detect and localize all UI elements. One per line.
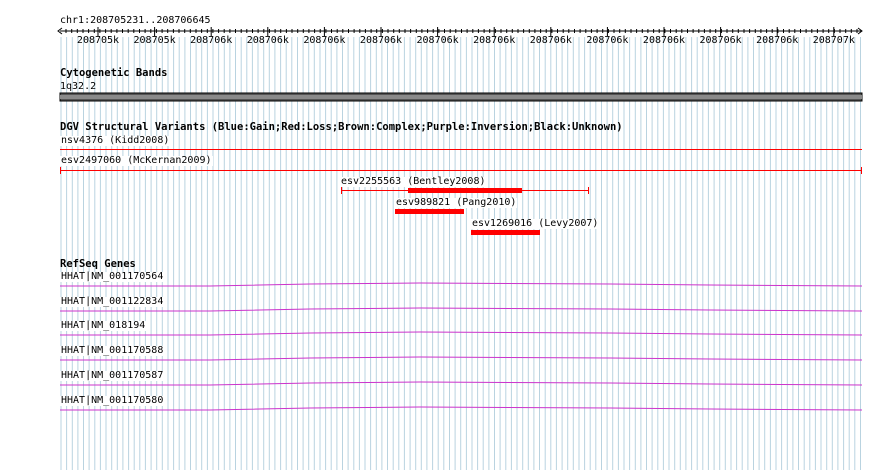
ruler-tick-label: 208705k [133,35,176,46]
location-label: chr1:208705231..208706645 [60,15,211,26]
variant-esv989821-block[interactable] [395,209,464,214]
ruler-tick-label: 208706k [190,35,233,46]
cytoband-track-title: Cytogenetic Bands [60,67,168,79]
ruler-tick-label: 208706k [416,35,459,46]
variant-esv1269016-block[interactable] [471,230,540,235]
cytoband-bar-inner [60,95,862,99]
ruler-tick-label: 208706k [586,35,629,46]
ruler-tick-label: 208706k [529,35,572,46]
gene-label-nm-001170588[interactable]: HHAT|NM_001170588 [60,346,165,356]
ruler-tick-label: 208706k [756,35,799,46]
variant-label-nsv4376[interactable]: nsv4376 (Kidd2008) [60,136,171,146]
variant-label-esv2497060[interactable]: esv2497060 (McKernan2009) [60,156,213,166]
gene-label-nm-001170564[interactable]: HHAT|NM_001170564 [60,272,165,282]
gene-label-nm-001170580[interactable]: HHAT|NM_001170580 [60,396,165,406]
ruler-tick-label: 208706k [246,35,289,46]
ruler-tick-label: 208706k [699,35,742,46]
genome-browser-view: chr1:208705231..208706645 208705k 208705k… [0,0,890,470]
ruler-tick-label: 208706k [642,35,686,46]
cytoband-name[interactable]: 1q32.2 [60,82,96,92]
refseq-track-title: RefSeq Genes [60,258,136,270]
ruler-tick-label: 208705k [76,35,120,46]
variant-label-esv2255563[interactable]: esv2255563 (Bentley2008) [340,177,487,187]
variant-esv2255563-block[interactable] [408,188,522,193]
ruler-tick-label: 208706k [359,35,403,46]
gene-label-nm-018194[interactable]: HHAT|NM_018194 [60,321,147,331]
gene-label-nm-001170587[interactable]: HHAT|NM_001170587 [60,371,165,381]
ruler-tick-label: 208706k [303,35,346,46]
gene-label-nm-001122834[interactable]: HHAT|NM_001122834 [60,297,165,307]
ruler-tick-label: 208707k [812,35,855,46]
variant-label-esv1269016[interactable]: esv1269016 (Levy2007) [471,219,600,229]
dgv-track-title: DGV Structural Variants (Blue:Gain;Red:L… [60,121,623,133]
ruler-tick-label: 208706k [473,35,516,46]
variant-label-esv989821[interactable]: esv989821 (Pang2010) [395,198,518,208]
